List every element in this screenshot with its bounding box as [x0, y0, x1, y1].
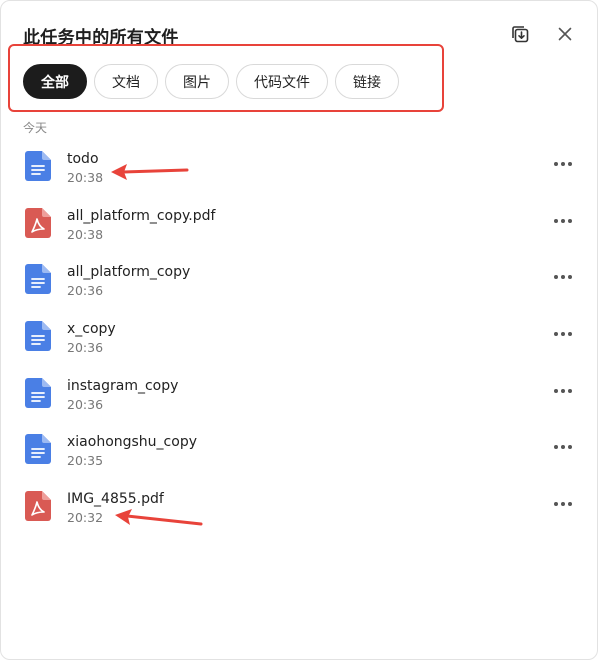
file-row[interactable]: xiaohongshu_copy 20:35 — [1, 424, 600, 481]
more-options-button[interactable] — [552, 327, 574, 341]
annotation-arrow-icon — [115, 509, 203, 526]
more-options-button[interactable] — [552, 497, 574, 511]
file-list: todo 20:38 all_platform_copy.pdf 20:38 a… — [1, 141, 600, 538]
file-name[interactable]: IMG_4855.pdf — [67, 491, 164, 507]
file-time: 20:36 — [67, 283, 104, 299]
more-options-button[interactable] — [552, 440, 574, 454]
file-time: 20:38 — [67, 170, 104, 185]
files-dialog: 此任务中的所有文件 全部 文档 图片 代码文件 链接 今天 todo 20:38 — [0, 0, 598, 660]
file-time: 20:38 — [67, 226, 104, 242]
more-options-button[interactable] — [552, 270, 574, 284]
filter-all[interactable]: 全部 — [23, 64, 87, 99]
document-file-icon — [25, 377, 51, 408]
more-options-button[interactable] — [552, 384, 574, 398]
filter-chips: 全部 文档 图片 代码文件 链接 — [23, 64, 399, 99]
file-row[interactable]: todo 20:38 — [1, 141, 600, 198]
pdf-file-icon — [25, 207, 51, 238]
file-row[interactable]: x_copy 20:36 — [1, 311, 600, 368]
pdf-file-icon — [25, 491, 51, 522]
download-all-button[interactable] — [509, 23, 531, 45]
file-name[interactable]: xiaohongshu_copy — [67, 434, 197, 450]
filter-code-files[interactable]: 代码文件 — [236, 64, 328, 99]
file-name[interactable]: x_copy — [67, 321, 116, 337]
document-file-icon — [25, 264, 51, 295]
more-options-button[interactable] — [552, 157, 574, 171]
file-name[interactable]: instagram_copy — [67, 378, 178, 394]
document-file-icon — [25, 434, 51, 465]
annotation-arrow-icon — [111, 164, 189, 180]
file-row[interactable]: instagram_copy 20:36 — [1, 368, 600, 425]
file-time: 20:35 — [67, 453, 104, 469]
filter-docs[interactable]: 文档 — [94, 64, 158, 99]
filter-links[interactable]: 链接 — [335, 64, 399, 99]
section-label-today: 今天 — [23, 121, 48, 135]
download-all-icon — [512, 26, 529, 43]
file-name[interactable]: all_platform_copy — [67, 264, 190, 280]
file-row[interactable]: all_platform_copy 20:36 — [1, 254, 600, 311]
file-time: 20:36 — [67, 340, 104, 356]
file-row[interactable]: all_platform_copy.pdf 20:38 — [1, 198, 600, 255]
file-time: 20:36 — [67, 396, 104, 412]
filter-images[interactable]: 图片 — [165, 64, 229, 99]
file-time: 20:32 — [67, 510, 104, 526]
more-options-button[interactable] — [552, 214, 574, 228]
file-name[interactable]: all_platform_copy.pdf — [67, 208, 215, 224]
close-icon — [558, 27, 572, 41]
file-row[interactable]: IMG_4855.pdf 20:32 — [1, 481, 600, 538]
file-name[interactable]: todo — [67, 151, 99, 167]
document-file-icon — [25, 321, 51, 352]
document-file-icon — [25, 151, 51, 181]
close-button[interactable] — [554, 23, 576, 45]
